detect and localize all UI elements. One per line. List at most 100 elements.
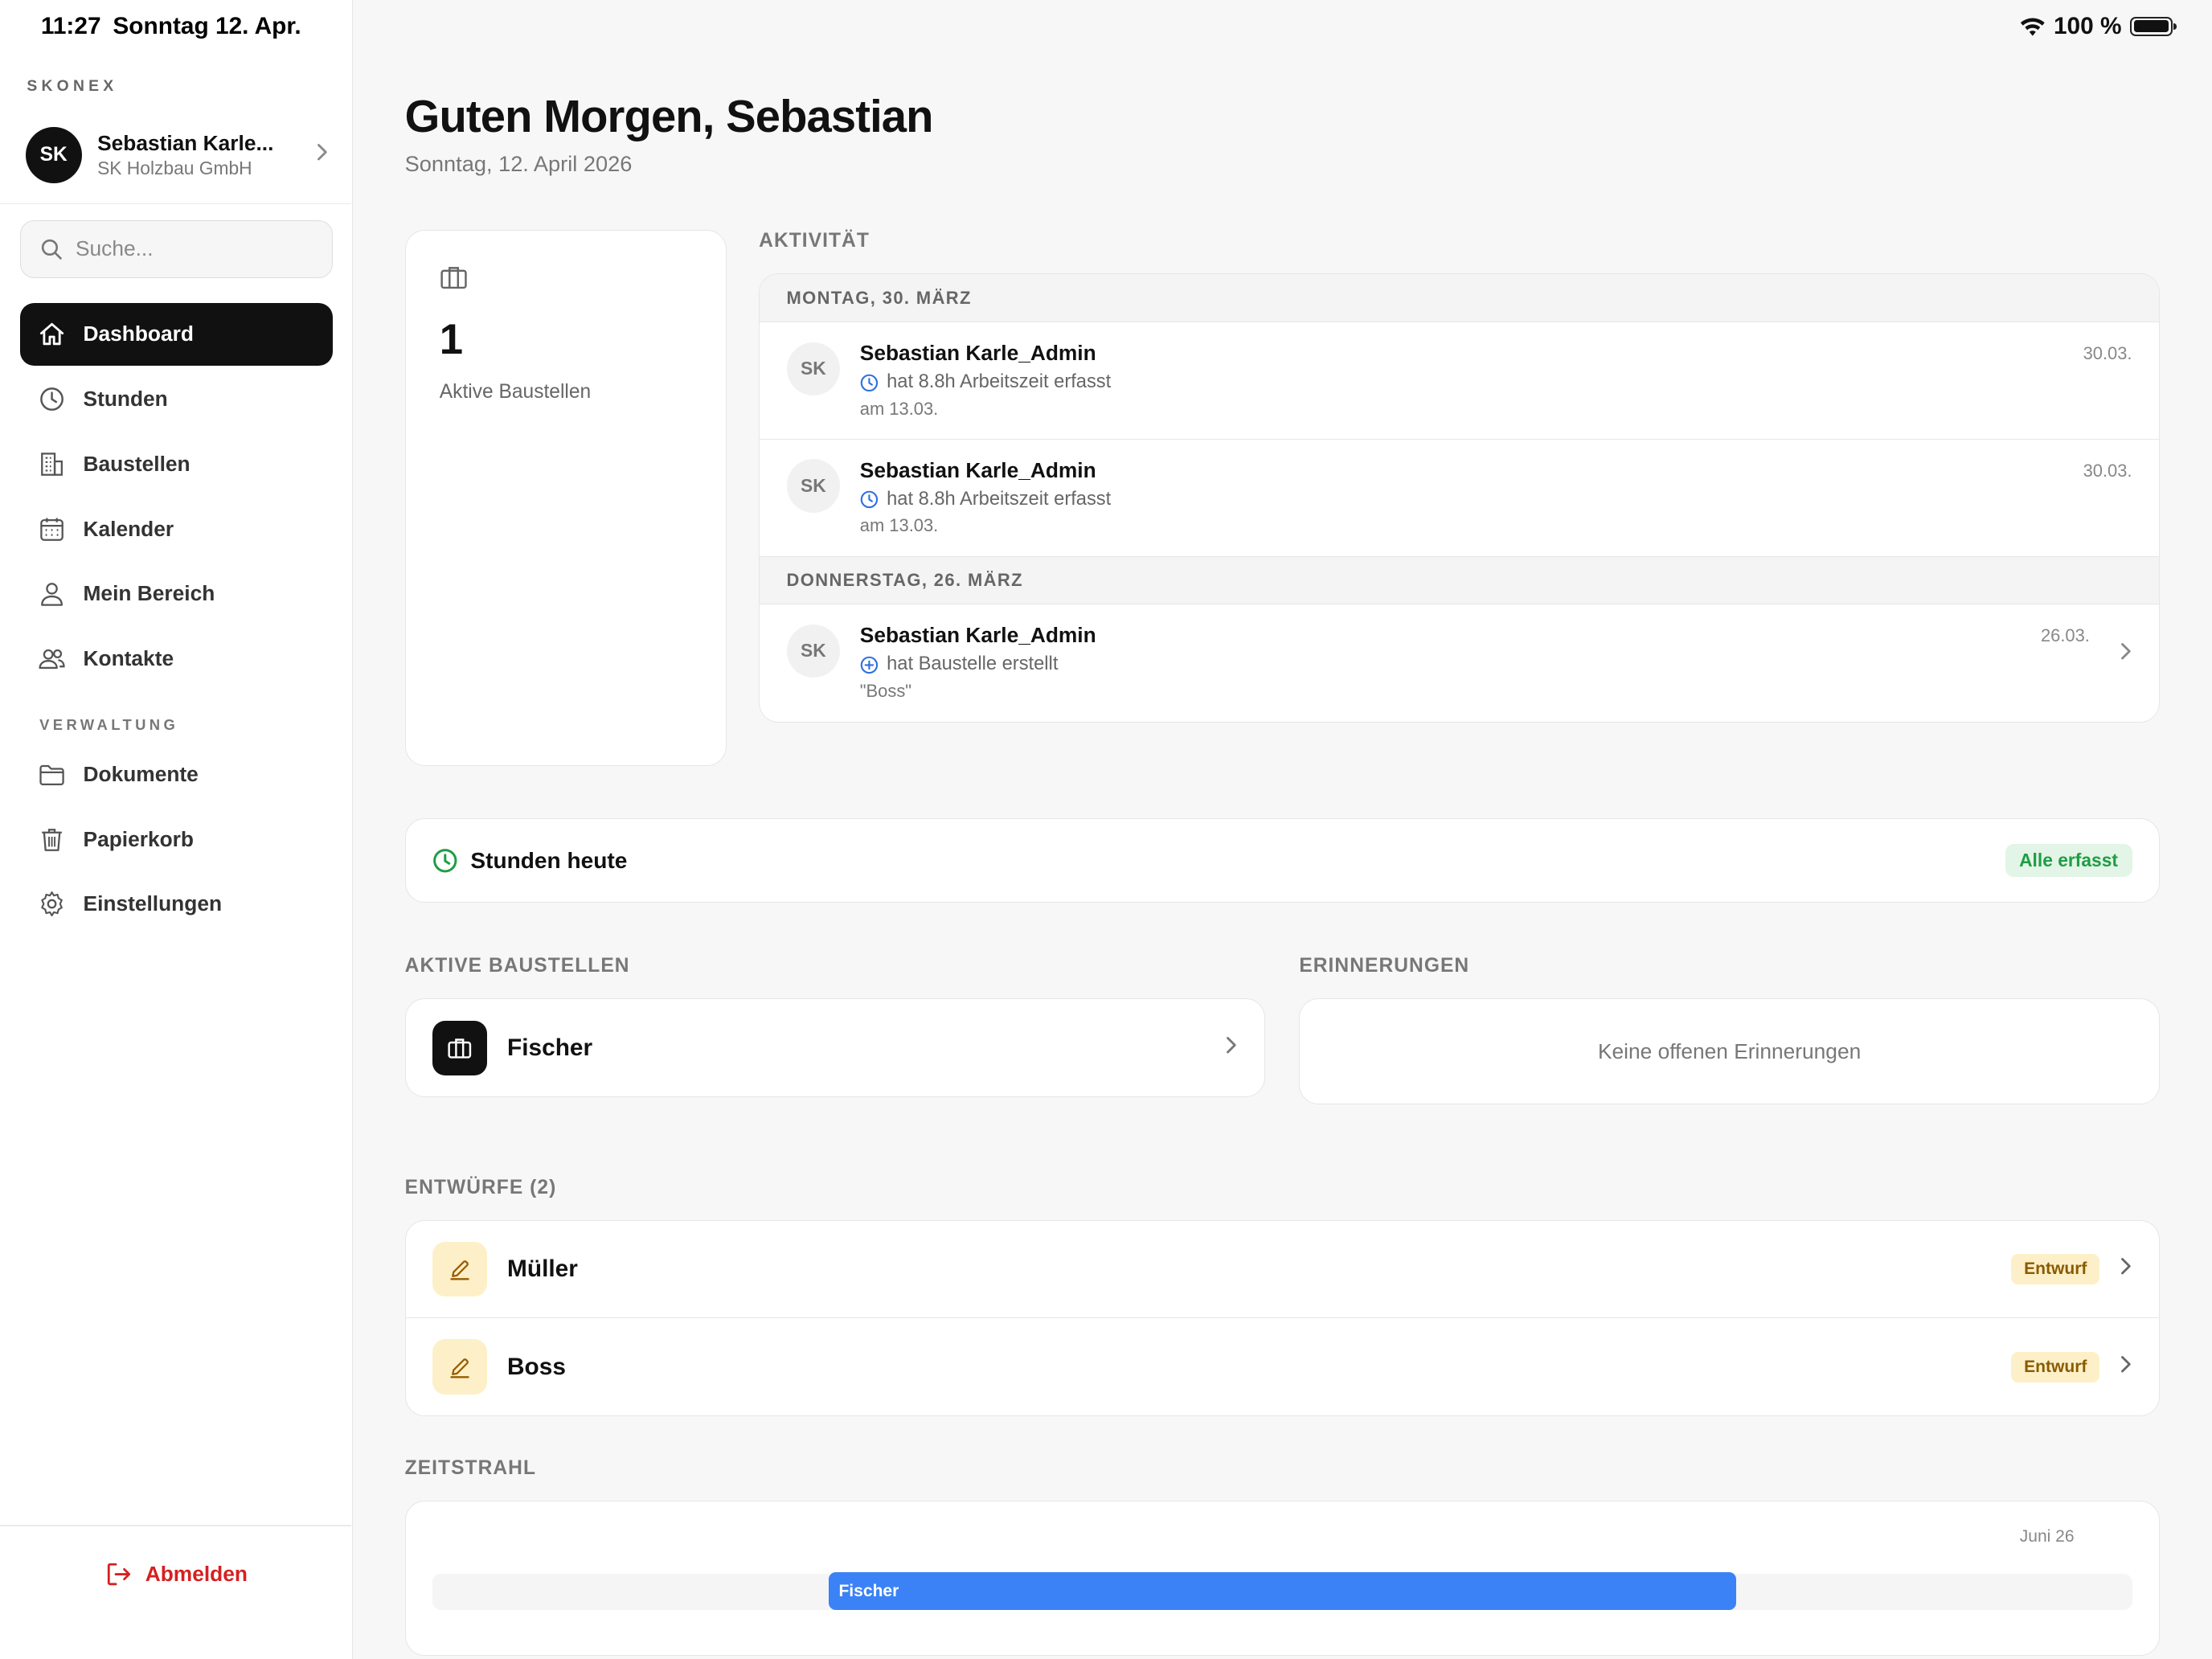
activity-user: Sebastian Karle_Admin (859, 457, 1096, 482)
activity-action: hat 8.8h Arbeitszeit erfasst (887, 371, 1112, 393)
brand-label: SKONEX (27, 77, 118, 95)
sidebar-item-label: Kontakte (83, 646, 174, 671)
trash-icon (38, 825, 66, 854)
timeline-section: ZEITSTRAHL Juni 26 Fischer (404, 1456, 2160, 1657)
pencil-icon (450, 1260, 469, 1280)
sidebar-item-einstellungen[interactable]: Einstellungen (20, 873, 334, 935)
pencil-icon (450, 1358, 469, 1378)
avatar: SK (786, 624, 841, 678)
clock-icon (38, 385, 66, 413)
folder-icon (38, 760, 66, 789)
avatar: SK (786, 342, 841, 396)
profile-name: Sebastian Karle... (97, 131, 274, 156)
activity-item[interactable]: SK Sebastian Karle_Admin hat 8.8h Arbeit… (760, 440, 2159, 557)
sidebar-item-dokumente[interactable]: Dokumente (20, 743, 334, 805)
timeline-bar-fischer[interactable]: Fischer (829, 1571, 1736, 1611)
calendar-icon (38, 515, 66, 543)
sidebar-item-mein-bereich[interactable]: Mein Bereich (20, 563, 334, 625)
chevron-right-icon (316, 142, 329, 168)
active-sites-stat-card[interactable]: 1 Aktive Baustellen (404, 230, 727, 766)
draft-item-mueller[interactable]: Müller Entwurf (405, 1221, 2159, 1319)
logout-icon (107, 1563, 130, 1586)
activity-action: hat 8.8h Arbeitszeit erfasst (887, 489, 1112, 510)
activity-user: Sebastian Karle_Admin (859, 340, 1096, 365)
sidebar-item-baustellen[interactable]: Baustellen (20, 433, 334, 495)
activity-detail: "Boss" (859, 680, 912, 701)
sidebar-item-kalender[interactable]: Kalender (20, 498, 334, 559)
sidebar-item-label: Dokumente (83, 761, 199, 786)
stat-label: Aktive Baustellen (439, 381, 592, 403)
briefcase-icon (448, 1038, 472, 1059)
reminders-heading: ERINNERUNGEN (1299, 955, 1470, 977)
timeline-month-label: Juni 26 (2019, 1526, 2075, 1546)
search-input[interactable] (75, 236, 316, 262)
avatar: SK (25, 126, 82, 184)
wifi-icon (2020, 18, 2045, 36)
sidebar-item-label: Dashboard (83, 322, 194, 346)
status-bar: 11:27 Sonntag 12. Apr. 100 % (0, 0, 2212, 51)
battery-icon (2130, 16, 2177, 37)
site-icon-tile (432, 1020, 488, 1076)
activity-group-heading: DONNERSTAG, 26. MÄRZ (760, 556, 2159, 604)
activity-user: Sebastian Karle_Admin (859, 622, 1096, 647)
timeline-bar-label: Fischer (838, 1581, 899, 1600)
hours-today-card[interactable]: Stunden heute Alle erfasst (404, 817, 2160, 903)
hours-today-title: Stunden heute (470, 847, 628, 873)
profile-company: SK Holzbau GmbH (97, 157, 252, 178)
activity-detail: am 13.03. (859, 515, 939, 536)
sidebar-item-dashboard[interactable]: Dashboard (19, 303, 334, 366)
chevron-right-icon (1225, 1035, 1238, 1061)
page-subtitle-date: Sonntag, 12. April 2026 (404, 150, 633, 176)
timeline-heading: ZEITSTRAHL (404, 1456, 537, 1479)
clock-icon (860, 490, 878, 509)
drafts-heading: ENTWÜRFE (2) (404, 1176, 557, 1198)
status-badge: Entwurf (2011, 1351, 2100, 1382)
activity-group-heading: MONTAG, 30. MÄRZ (760, 274, 2159, 323)
activity-detail: am 13.03. (859, 398, 939, 419)
gear-icon (38, 890, 66, 918)
avatar: SK (786, 459, 841, 513)
activity-list: MONTAG, 30. MÄRZ SK Sebastian Karle_Admi… (759, 273, 2160, 723)
user-icon (38, 580, 66, 608)
logout-button[interactable]: Abmelden (104, 1560, 248, 1588)
site-name: Fischer (507, 1034, 593, 1061)
reminders-empty-text: Keine offenen Erinnerungen (1597, 1038, 1862, 1063)
admin-nav: Dokumente Papierkorb Einstellungen (20, 743, 334, 938)
activity-section: AKTIVITÄT MONTAG, 30. MÄRZ SK Sebastian … (759, 230, 2160, 723)
activity-item[interactable]: SK Sebastian Karle_Admin hat Baustelle e… (760, 604, 2159, 722)
sidebar-item-kontakte[interactable]: Kontakte (20, 628, 334, 690)
sidebar: SKONEX SK Sebastian Karle... SK Holzbau … (0, 0, 353, 1659)
sidebar-item-label: Stunden (83, 387, 168, 412)
divider (0, 203, 351, 205)
page-title: Guten Morgen, Sebastian (404, 91, 934, 142)
timeline-card: Juni 26 Fischer (404, 1501, 2160, 1657)
clock-icon (433, 848, 457, 873)
users-icon (38, 645, 66, 673)
logout-label: Abmelden (145, 1562, 248, 1587)
active-sites-heading: AKTIVE BAUSTELLEN (404, 955, 630, 977)
briefcase-icon (440, 267, 467, 289)
profile-button[interactable]: SK Sebastian Karle... SK Holzbau GmbH (25, 125, 329, 185)
battery-percent: 100 % (2053, 12, 2122, 39)
status-right: 100 % (2020, 12, 2177, 40)
search-box[interactable] (19, 219, 334, 278)
sidebar-item-label: Einstellungen (83, 891, 223, 916)
draft-name: Müller (507, 1256, 578, 1283)
plus-circle-icon (860, 656, 878, 674)
sidebar-item-label: Kalender (83, 516, 174, 541)
sidebar-item-label: Papierkorb (83, 826, 194, 851)
drafts-list: Müller Entwurf Boss Entwurf (404, 1219, 2160, 1417)
sidebar-item-papierkorb[interactable]: Papierkorb (20, 809, 334, 870)
draft-name: Boss (507, 1353, 566, 1380)
site-item-fischer[interactable]: Fischer (404, 998, 1266, 1098)
reminders-section: ERINNERUNGEN Keine offenen Erinnerungen (1299, 955, 2160, 1105)
reminders-empty-card: Keine offenen Erinnerungen (1299, 998, 2160, 1105)
draft-item-boss[interactable]: Boss Entwurf (406, 1318, 2159, 1415)
chevron-right-icon (2120, 641, 2132, 667)
active-sites-section: AKTIVE BAUSTELLEN Fischer (404, 955, 1266, 1098)
sidebar-item-stunden[interactable]: Stunden (20, 368, 334, 430)
chevron-right-icon (2120, 1256, 2132, 1282)
activity-date: 26.03. (2040, 625, 2090, 646)
activity-item[interactable]: SK Sebastian Karle_Admin hat 8.8h Arbeit… (760, 322, 2159, 440)
status-badge: Alle erfasst (2005, 844, 2132, 878)
